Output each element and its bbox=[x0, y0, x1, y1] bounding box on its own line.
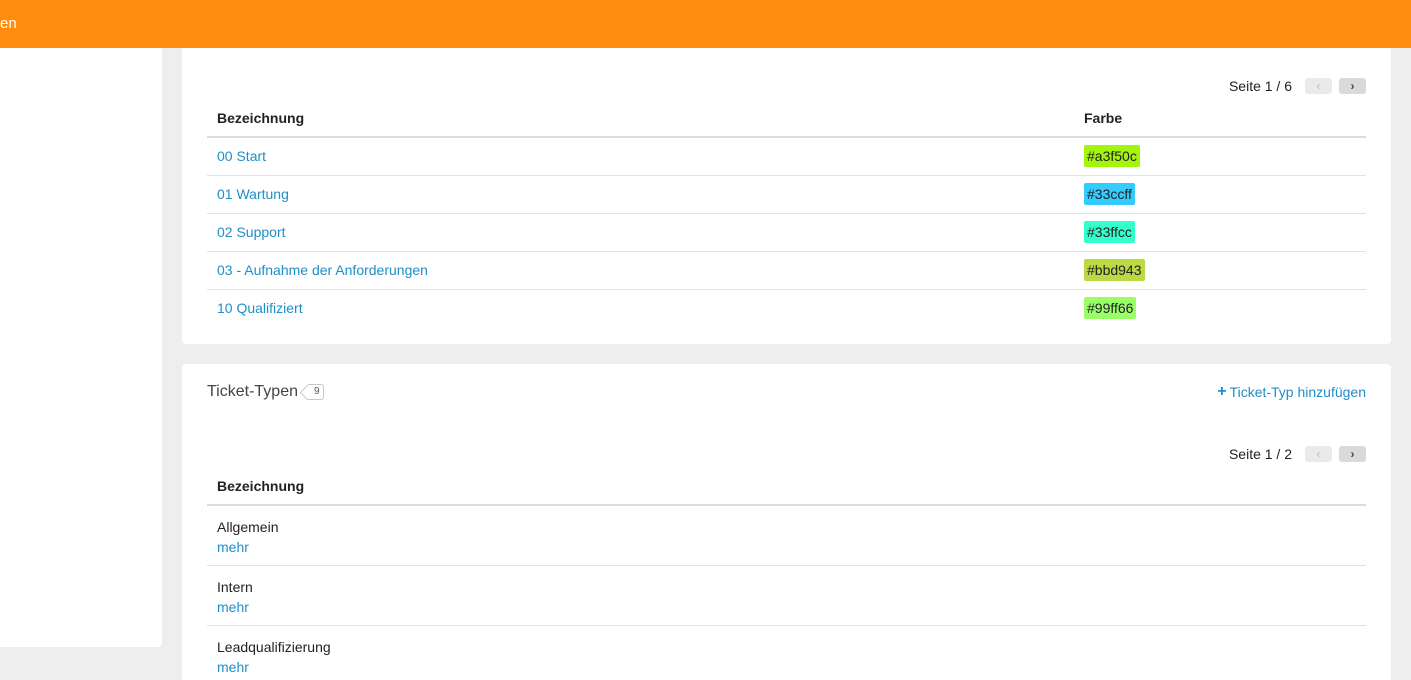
ticket-type-name: Leadqualifizierung bbox=[217, 638, 331, 655]
cell-name: 00 Start bbox=[207, 137, 1074, 176]
more-link[interactable]: mehr bbox=[217, 537, 1366, 557]
sidebar bbox=[0, 48, 162, 647]
count-badge: 9 bbox=[308, 384, 324, 400]
ticket-type-name: Allgemein bbox=[217, 518, 279, 535]
color-swatch: #bbd943 bbox=[1084, 259, 1145, 281]
tags-table: Bezeichnung Farbe 00 Start #a3f50c 01 Wart… bbox=[207, 99, 1366, 327]
cell-name: Allgemein mehr bbox=[207, 505, 1366, 566]
cell-name: 10 Qualifiziert bbox=[207, 289, 1074, 327]
cell-color: #bbd943 bbox=[1074, 251, 1366, 290]
chevron-right-icon: › bbox=[1350, 447, 1355, 461]
section-header: Ticket-Typen 9 bbox=[207, 383, 324, 401]
tag-name-link[interactable]: 00 Start bbox=[217, 148, 266, 164]
add-ticket-type-link[interactable]: + Ticket-Typ hinzufügen bbox=[1217, 383, 1366, 401]
cell-color: #33ffcc bbox=[1074, 213, 1366, 252]
more-link[interactable]: mehr bbox=[217, 657, 1366, 677]
table-row: Allgemein mehr bbox=[207, 505, 1366, 566]
table-row: 00 Start #a3f50c bbox=[207, 137, 1366, 176]
cell-color: #33ccff bbox=[1074, 175, 1366, 214]
cell-color: #a3f50c bbox=[1074, 137, 1366, 176]
column-header-color[interactable]: Farbe bbox=[1074, 99, 1366, 138]
table-row: 03 - Aufnahme der Anforderungen #bbd943 bbox=[207, 251, 1366, 290]
more-link[interactable]: mehr bbox=[217, 597, 1366, 617]
color-swatch: #a3f50c bbox=[1084, 145, 1140, 168]
column-header-name[interactable]: Bezeichnung bbox=[207, 99, 1074, 138]
color-swatch: #33ffcc bbox=[1084, 221, 1135, 243]
cell-name: Intern mehr bbox=[207, 565, 1366, 626]
add-ticket-type-label: Ticket-Typ hinzufügen bbox=[1229, 384, 1366, 400]
table-row: 01 Wartung #33ccff bbox=[207, 175, 1366, 214]
color-swatch: #33ccff bbox=[1084, 183, 1135, 205]
tags-card: Seite 1 / 6 ‹ › Bezeichnung Farbe 00 Sta… bbox=[182, 48, 1391, 344]
table-row: Leadqualifizierung mehr bbox=[207, 625, 1366, 680]
pager-next-button[interactable]: › bbox=[1339, 78, 1366, 94]
pager-prev-button[interactable]: ‹ bbox=[1305, 446, 1332, 462]
pager-text: Seite 1 / 6 bbox=[1228, 78, 1292, 94]
column-header-name[interactable]: Bezeichnung bbox=[207, 467, 1366, 506]
ticket-types-table: Bezeichnung Allgemein mehr Intern mehr Leadq… bbox=[207, 467, 1366, 680]
tag-name-link[interactable]: 02 Support bbox=[217, 224, 286, 240]
table-row: 10 Qualifiziert #99ff66 bbox=[207, 289, 1366, 327]
tag-name-link[interactable]: 03 - Aufnahme der Anforderungen bbox=[217, 262, 428, 278]
table-header-row: Bezeichnung Farbe bbox=[207, 99, 1366, 138]
top-bar: en bbox=[0, 0, 1411, 48]
ticket-types-pager: Seite 1 / 2 ‹ › bbox=[1229, 445, 1366, 463]
pager-text: Seite 1 / 2 bbox=[1228, 446, 1292, 462]
ticket-type-name: Intern bbox=[217, 578, 253, 595]
section-title: Ticket-Typen bbox=[207, 383, 298, 400]
pager-prev-button[interactable]: ‹ bbox=[1305, 78, 1332, 94]
cell-name: 01 Wartung bbox=[207, 175, 1074, 214]
cell-name: 03 - Aufnahme der Anforderungen bbox=[207, 251, 1074, 290]
table-row: 02 Support #33ffcc bbox=[207, 213, 1366, 252]
chevron-left-icon: ‹ bbox=[1316, 447, 1321, 461]
tag-name-link[interactable]: 10 Qualifiziert bbox=[217, 300, 303, 316]
cell-color: #99ff66 bbox=[1074, 289, 1366, 327]
table-row: Intern mehr bbox=[207, 565, 1366, 626]
tags-pager: Seite 1 / 6 ‹ › bbox=[1229, 77, 1366, 95]
pager-next-button[interactable]: › bbox=[1339, 446, 1366, 462]
chevron-left-icon: ‹ bbox=[1316, 79, 1321, 93]
cell-name: Leadqualifizierung mehr bbox=[207, 625, 1366, 680]
ticket-types-card: Ticket-Typen 9 + Ticket-Typ hinzufügen S… bbox=[182, 364, 1391, 680]
topbar-title[interactable]: en bbox=[0, 15, 17, 33]
cell-name: 02 Support bbox=[207, 213, 1074, 252]
chevron-right-icon: › bbox=[1350, 79, 1355, 93]
plus-icon: + bbox=[1217, 383, 1227, 400]
table-header-row: Bezeichnung bbox=[207, 467, 1366, 506]
tag-name-link[interactable]: 01 Wartung bbox=[217, 186, 289, 202]
color-swatch: #99ff66 bbox=[1084, 297, 1137, 320]
